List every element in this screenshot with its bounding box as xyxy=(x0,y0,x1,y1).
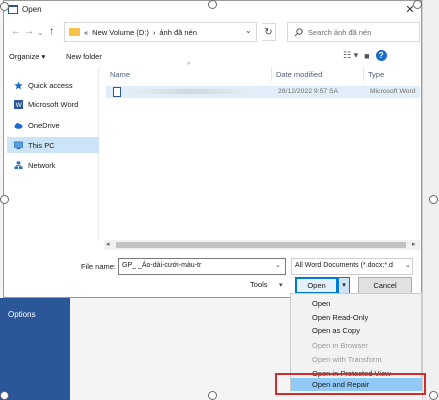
resize-handle[interactable] xyxy=(429,391,438,400)
menu-item-open-in-browser: Open in Browser xyxy=(312,341,368,350)
resize-handle[interactable] xyxy=(208,391,217,400)
tools-dropdown-icon[interactable]: ▾ xyxy=(279,281,283,289)
column-divider[interactable] xyxy=(271,67,272,81)
network-icon xyxy=(14,160,23,169)
chevron-down-icon[interactable]: ⌄ xyxy=(245,26,252,35)
file-list: ^ Name Date modified Type 28/12/2022 9:5… xyxy=(104,62,420,241)
preview-pane-icon[interactable]: ■ xyxy=(364,51,369,61)
sidebar-item-label: Microsoft Word xyxy=(28,99,79,109)
open-button[interactable]: Open xyxy=(295,277,338,294)
file-type-filter[interactable]: All Word Documents (*.docx;*.d xyxy=(291,258,413,275)
tools-button[interactable]: Tools xyxy=(250,280,268,289)
column-header-type[interactable]: Type xyxy=(368,70,384,79)
menu-item-open[interactable]: Open xyxy=(291,297,422,310)
column-header-name[interactable]: Name xyxy=(110,70,130,79)
word-icon: W xyxy=(14,99,23,109)
address-bar[interactable]: « New Volume (D:) › ảnh đã nén xyxy=(64,22,257,42)
file-name-label: File name: xyxy=(81,262,117,271)
organize-button[interactable]: Organize ▾ xyxy=(9,52,45,61)
file-name-input[interactable]: GP_ _Áo-dài-cưới-màu-tr xyxy=(118,258,286,275)
file-type: Microsoft Word xyxy=(370,88,416,95)
breadcrumb-drive[interactable]: New Volume (D:) xyxy=(92,28,149,37)
sidebar-item-onedrive[interactable]: OneDrive xyxy=(7,117,99,133)
menu-item-open-read-only[interactable]: Open Read-Only xyxy=(291,311,422,324)
filter-dropdown-icon[interactable]: ⌄ xyxy=(405,261,411,269)
view-options-icon[interactable]: ☷ ▾ xyxy=(343,50,358,61)
scrollbar-thumb[interactable] xyxy=(116,242,406,248)
open-dropdown-arrow-icon[interactable]: ▾ xyxy=(338,277,350,294)
resize-handle[interactable] xyxy=(413,0,422,9)
scroll-left-icon[interactable]: ◂ xyxy=(106,240,110,250)
resize-handle[interactable] xyxy=(0,2,9,11)
folder-icon xyxy=(69,28,80,36)
refresh-icon[interactable]: ↻ xyxy=(262,23,276,41)
menu-item-open-with-transform: Open with Transform xyxy=(312,355,382,364)
column-header-date[interactable]: Date modified xyxy=(276,70,322,79)
recent-dropdown-icon[interactable]: ⌄ xyxy=(37,28,44,37)
computer-icon xyxy=(14,141,23,149)
sidebar-item-label: OneDrive xyxy=(28,120,60,130)
options-item[interactable]: Options xyxy=(8,310,36,319)
search-icon xyxy=(294,27,303,37)
sidebar-item-label: Network xyxy=(28,160,56,170)
menu-item-open-as-copy[interactable]: Open as Copy xyxy=(291,324,422,337)
up-arrow-icon[interactable]: ↑ xyxy=(49,26,54,37)
search-placeholder: Search ảnh đã nén xyxy=(308,27,372,37)
horizontal-scrollbar[interactable]: ◂ ▸ xyxy=(104,240,420,250)
cloud-icon xyxy=(14,122,23,129)
file-row[interactable]: 28/12/2022 9:57 SA Microsoft Word xyxy=(106,86,420,98)
star-icon xyxy=(14,80,23,89)
new-folder-button[interactable]: New folder xyxy=(66,52,102,61)
scroll-right-icon[interactable]: ▸ xyxy=(412,240,416,250)
view-controls: ☷ ▾ ■ ? xyxy=(343,50,387,61)
search-box[interactable]: Search ảnh đã nén xyxy=(287,22,420,42)
svg-text:W: W xyxy=(16,102,22,109)
dialog-icon xyxy=(8,5,18,14)
forward-arrow-icon[interactable]: → xyxy=(24,26,34,37)
sidebar-item-label: Quick access xyxy=(28,80,73,90)
sidebar-item-label: This PC xyxy=(28,140,55,150)
dialog-title: Open xyxy=(22,5,42,14)
sidebar-item-quick-access[interactable]: Quick access xyxy=(7,77,99,93)
word-document-icon xyxy=(113,87,121,97)
breadcrumb-folder[interactable]: ảnh đã nén xyxy=(159,28,197,37)
breadcrumb-separator: › xyxy=(152,27,156,37)
sidebar-item-network[interactable]: Network xyxy=(7,157,99,173)
resize-handle[interactable] xyxy=(0,195,9,204)
file-name-dropdown-icon[interactable]: ⌄ xyxy=(275,261,281,269)
resize-handle[interactable] xyxy=(429,195,438,204)
column-divider[interactable] xyxy=(363,67,364,81)
sidebar-item-this-pc[interactable]: This PC xyxy=(7,137,99,153)
cancel-button[interactable]: Cancel xyxy=(358,277,412,294)
sort-ascending-icon: ^ xyxy=(187,62,191,69)
back-arrow-icon[interactable]: ← xyxy=(11,26,21,37)
file-date: 28/12/2022 9:57 SA xyxy=(278,88,339,95)
sidebar-item-microsoft-word[interactable]: W Microsoft Word xyxy=(7,96,99,112)
help-icon[interactable]: ? xyxy=(375,50,387,61)
resize-handle[interactable] xyxy=(0,391,9,400)
annotation-highlight-box xyxy=(275,373,426,395)
address-overflow[interactable]: « xyxy=(84,28,88,37)
backstage-left-panel: Options xyxy=(0,298,70,400)
open-dialog: Open ✕ ← → ⌄ ↑ « New Volume (D:) › ảnh đ… xyxy=(3,0,422,298)
resize-handle[interactable] xyxy=(208,0,217,9)
redacted-file-name xyxy=(126,89,256,94)
navigation-pane: Quick access W Microsoft Word OneDrive T… xyxy=(7,67,99,241)
